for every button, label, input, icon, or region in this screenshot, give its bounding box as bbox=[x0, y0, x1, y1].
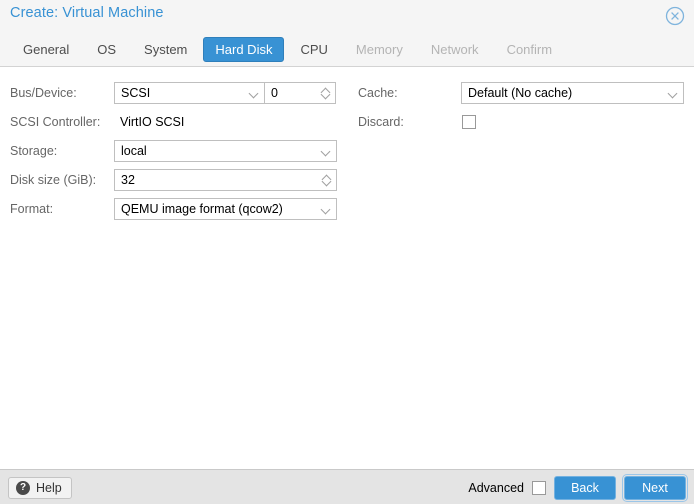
disk-size-value: 32 bbox=[121, 172, 135, 187]
tab-cpu[interactable]: CPU bbox=[288, 37, 339, 62]
help-button[interactable]: ? Help bbox=[8, 477, 72, 499]
disk-size-stepper[interactable]: 32 bbox=[114, 168, 337, 191]
format-select-value: QEMU image format (qcow2) bbox=[121, 201, 283, 216]
create-vm-dialog: Create: Virtual Machine General OS Syste… bbox=[0, 0, 694, 504]
advanced-label: Advanced bbox=[468, 481, 524, 495]
chevron-down-icon[interactable] bbox=[317, 141, 336, 161]
format-select[interactable]: QEMU image format (qcow2) bbox=[114, 197, 337, 220]
close-icon[interactable] bbox=[664, 5, 686, 27]
format-label: Format: bbox=[10, 201, 54, 216]
field-discard: Discard: bbox=[358, 107, 684, 136]
tab-network: Network bbox=[430, 42, 479, 57]
field-bus-device: Bus/Device: SCSI 0 bbox=[10, 78, 337, 107]
footer-actions: Advanced Back Next bbox=[468, 474, 688, 502]
storage-label: Storage: bbox=[10, 143, 58, 158]
discard-checkbox[interactable] bbox=[462, 114, 476, 129]
tab-bar: General OS System Hard Disk CPU Memory N… bbox=[0, 33, 694, 66]
dialog-footer: ? Help Advanced Back Next bbox=[0, 469, 694, 504]
tab-hard-disk[interactable]: Hard Disk bbox=[203, 37, 285, 62]
tab-general[interactable]: General bbox=[11, 37, 81, 62]
storage-select[interactable]: local bbox=[114, 139, 337, 162]
tab-os[interactable]: OS bbox=[85, 37, 128, 62]
bus-select[interactable]: SCSI bbox=[114, 81, 265, 104]
advanced-checkbox[interactable] bbox=[532, 481, 546, 495]
chevron-down-icon[interactable] bbox=[664, 83, 683, 103]
field-format: Format: QEMU image format (qcow2) bbox=[10, 194, 337, 223]
spinner-arrows-icon[interactable] bbox=[317, 170, 336, 190]
bus-select-value: SCSI bbox=[121, 85, 151, 100]
device-spinner[interactable]: 0 bbox=[264, 81, 336, 104]
dialog-body: Bus/Device: SCSI 0 SCSI Controller: Virt… bbox=[0, 67, 694, 469]
field-disk-size: Disk size (GiB): 32 bbox=[10, 165, 337, 194]
discard-label: Discard: bbox=[358, 114, 404, 129]
tab-memory: Memory bbox=[355, 42, 403, 57]
cache-label: Cache: bbox=[358, 85, 398, 100]
back-button[interactable]: Back bbox=[554, 476, 616, 500]
scsi-controller-label: SCSI Controller: bbox=[10, 114, 101, 129]
tab-confirm: Confirm bbox=[506, 42, 553, 57]
next-button[interactable]: Next bbox=[622, 474, 688, 502]
help-button-label: Help bbox=[36, 481, 62, 495]
dialog-title: Create: Virtual Machine bbox=[10, 5, 164, 21]
field-scsi-controller: SCSI Controller: VirtIO SCSI bbox=[10, 107, 337, 136]
chevron-down-icon[interactable] bbox=[317, 199, 336, 219]
storage-select-value: local bbox=[121, 143, 147, 158]
question-mark-icon: ? bbox=[16, 481, 30, 495]
spinner-arrows-icon[interactable] bbox=[316, 83, 335, 103]
field-cache: Cache: Default (No cache) bbox=[358, 78, 684, 107]
cache-select-value: Default (No cache) bbox=[468, 85, 573, 100]
scsi-controller-value: VirtIO SCSI bbox=[120, 114, 185, 129]
device-spinner-value: 0 bbox=[271, 85, 278, 100]
tab-system[interactable]: System bbox=[132, 37, 199, 62]
dialog-header: Create: Virtual Machine General OS Syste… bbox=[0, 0, 694, 67]
field-storage: Storage: local bbox=[10, 136, 337, 165]
disk-size-label: Disk size (GiB): bbox=[10, 172, 97, 187]
cache-select[interactable]: Default (No cache) bbox=[461, 81, 684, 104]
chevron-down-icon[interactable] bbox=[245, 83, 264, 103]
bus-device-label: Bus/Device: bbox=[10, 85, 77, 100]
